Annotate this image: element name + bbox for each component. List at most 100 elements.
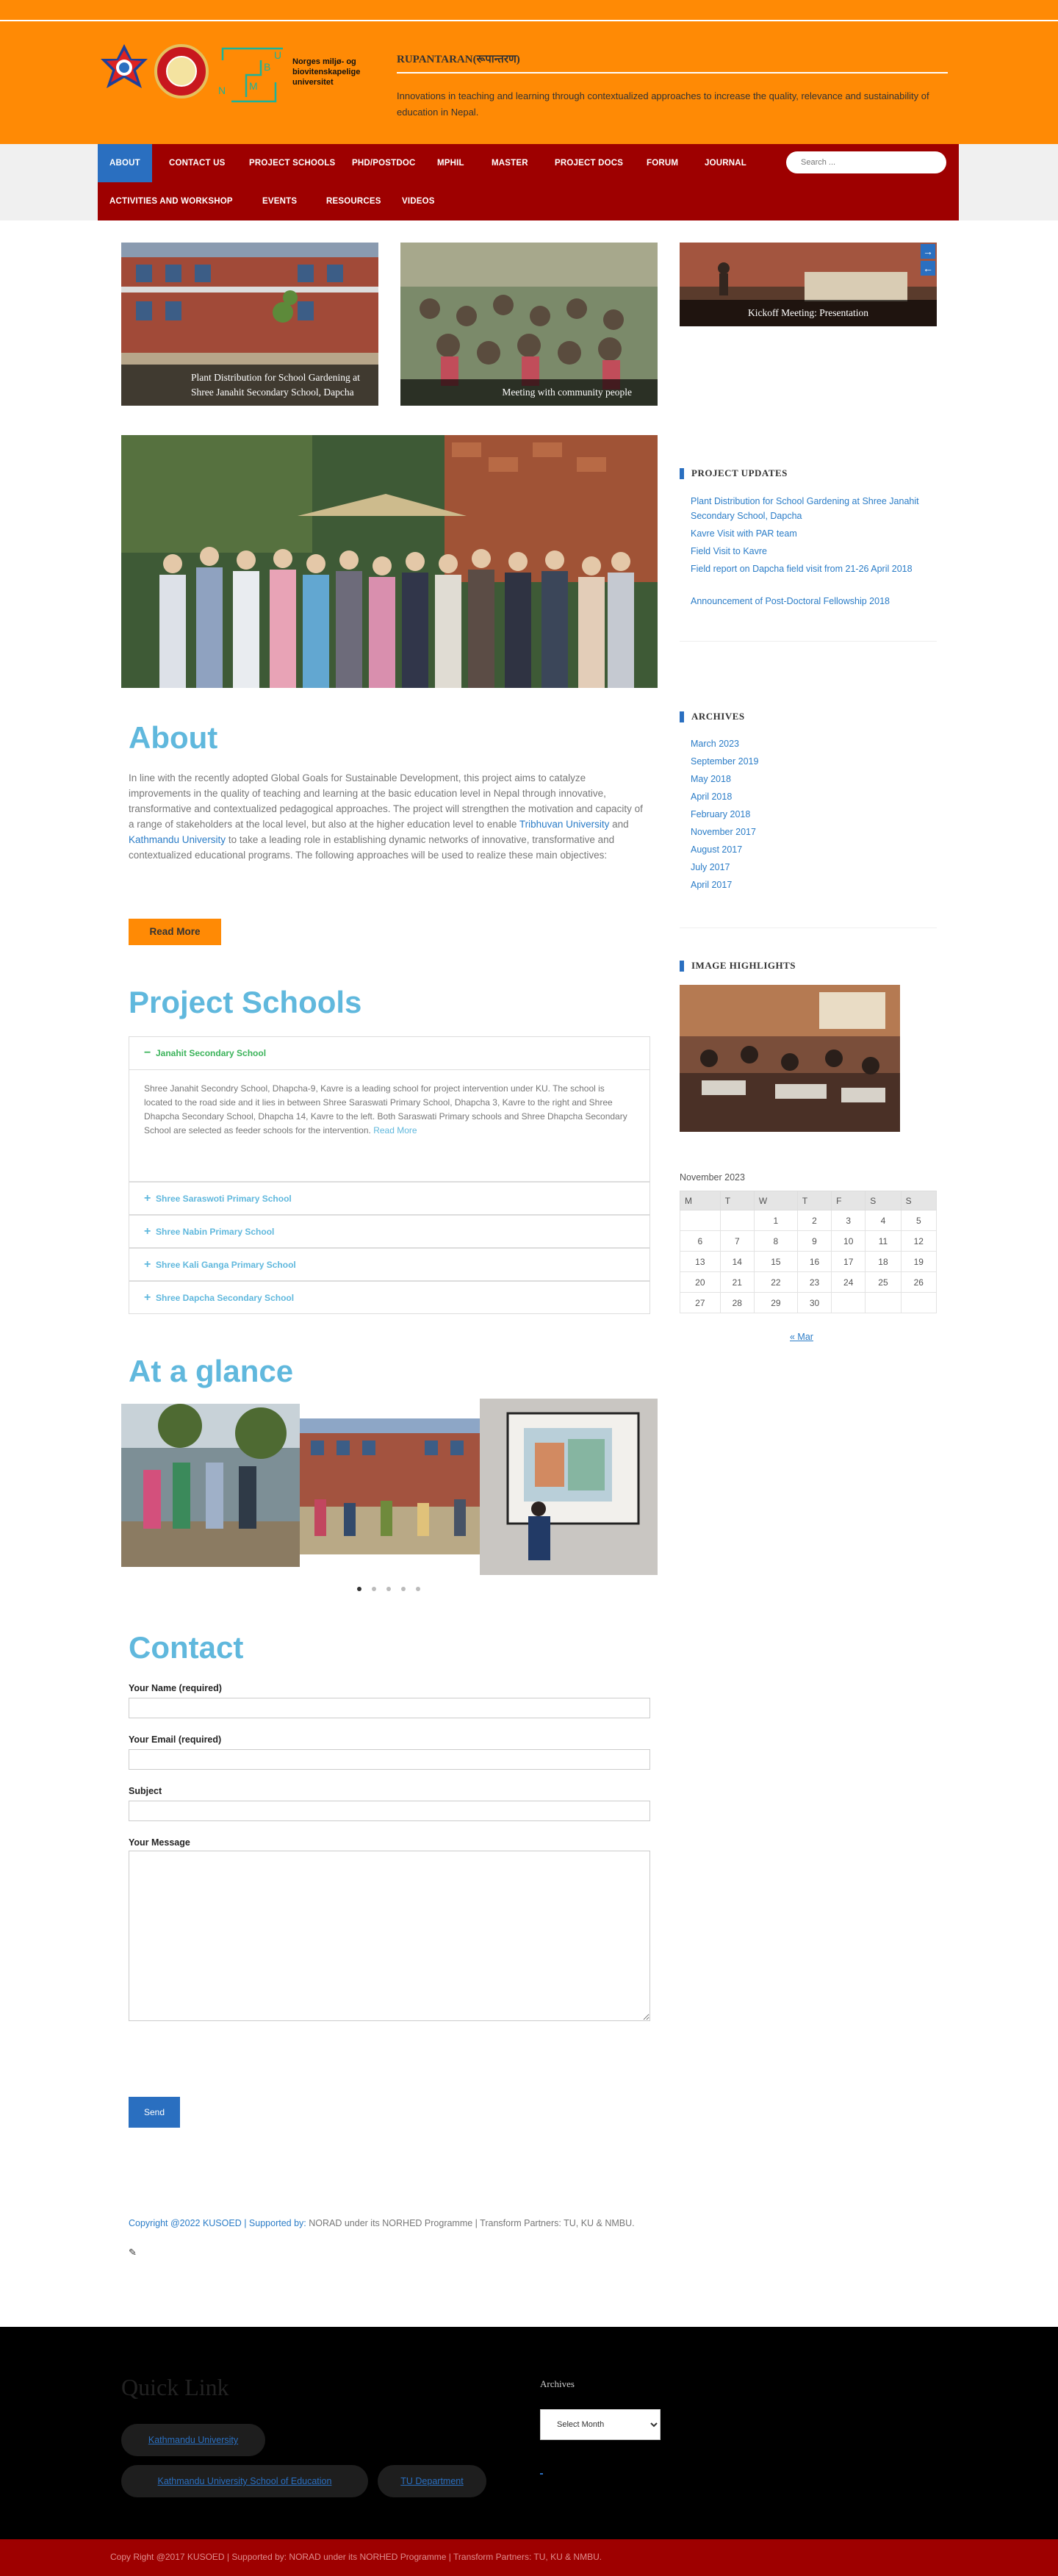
update-link[interactable]: Kavre Visit with PAR team [691,526,797,541]
name-label: Your Name (required) [129,1683,222,1693]
copyright-link[interactable]: Copyright @2022 KUSOED | Supported by: [129,2218,306,2228]
slide-kickoff-meeting[interactable]: Kickoff Meeting: Presentation [680,243,937,326]
update-link[interactable]: Field report on Dapcha field visit from … [691,562,933,576]
nav-forum[interactable]: FORUM [635,144,690,182]
message-field[interactable] [129,1851,650,2021]
subject-field[interactable] [129,1801,650,1821]
calendar-day: 12 [900,1230,938,1252]
calendar-day: 16 [796,1251,832,1272]
kathmandu-university-link[interactable]: Kathmandu University [129,834,226,845]
accordion-title: Janahit Secondary School [156,1048,267,1058]
nmbu-logo-text: Norges miljø- og biovitenskapelige unive… [292,57,360,87]
calendar-day: 10 [831,1230,866,1252]
calendar: M T W T F S S 1 2 3 4 5 6 7 8 9 10 11 12 13 14 15 16 17 1… [680,1191,938,1313]
slider-prev-arrow-icon[interactable]: ← [921,261,935,276]
copyright-text: Copyright @2022 KUSOED | Supported by: N… [129,2216,650,2231]
slide-plant-distribution[interactable]: Plant Distribution for School Gardening … [121,243,378,406]
email-field[interactable] [129,1749,650,1770]
accordion-dapcha[interactable]: + Shree Dapcha Secondary School [129,1281,650,1314]
nav-about[interactable]: ABOUT [98,144,152,182]
footer-link-tu-department[interactable]: TU Department [378,2465,486,2497]
site-title[interactable]: RUPANTARAN(रूपान्तरण) [397,51,520,66]
carousel-dot[interactable] [372,1587,376,1591]
at-a-glance-heading: At a glance [129,1354,294,1388]
archive-link[interactable]: April 2018 [691,789,732,804]
archive-link[interactable]: May 2018 [691,772,731,786]
nav-master[interactable]: MASTER [480,144,540,182]
school-read-more-link[interactable]: Read More [373,1125,417,1135]
update-link[interactable]: Field Visit to Kavre [691,544,767,559]
nav-project-docs[interactable]: PROJECT DOCS [543,144,635,182]
archive-link[interactable]: August 2017 [691,842,742,857]
accordion-saraswoti[interactable]: + Shree Saraswoti Primary School [129,1182,650,1215]
nmbu-letter-m: M [249,80,258,92]
calendar-day [865,1292,902,1313]
update-link[interactable]: Plant Distribution for School Gardening … [691,494,933,523]
read-more-button[interactable]: Read More [129,919,221,945]
nav-journal[interactable]: JOURNAL [693,144,758,182]
nmbu-text-line: Norges miljø- og [292,57,356,66]
calendar-day-header: S [865,1191,902,1210]
archive-link[interactable]: April 2017 [691,878,732,892]
glance-photo-1[interactable] [121,1404,300,1567]
calendar-day: 23 [796,1271,832,1293]
carousel-dot[interactable] [401,1587,406,1591]
nav-phd-postdoc[interactable]: PHD/POSTDOC [340,144,428,182]
nepal-emblem-logo[interactable] [98,43,151,98]
message-label: Your Message [129,1837,190,1848]
carousel-dot[interactable] [386,1587,391,1591]
calendar-prev-link[interactable]: « Mar [790,1332,813,1342]
archive-link[interactable]: July 2017 [691,860,730,875]
university-seal-logo[interactable] [154,44,209,98]
nmbu-letter-u: U [274,49,281,61]
image-highlights-title: IMAGE HIGHLIGHTS [680,960,796,972]
search-input[interactable] [786,151,946,173]
highlight-image[interactable] [680,985,900,1132]
archive-link[interactable]: February 2018 [691,807,750,822]
slide-community-meeting[interactable]: Meeting with community people [400,243,658,406]
nav-resources[interactable]: RESOURCES [314,182,393,220]
footer-link-kathmandu-university[interactable]: Kathmandu University [121,2424,265,2456]
calendar-day [719,1210,755,1231]
calendar-caption: November 2023 [680,1172,745,1183]
nav-events[interactable]: EVENTS [251,182,309,220]
footer-copyright: Copy Right @2017 KUSOED | Supported by: … [110,2552,602,2562]
calendar-day: 7 [719,1230,755,1252]
send-button[interactable]: Send [129,2097,180,2128]
edit-pencil-icon[interactable]: ✎ [129,2247,137,2259]
carousel-dot-active[interactable] [357,1587,361,1591]
carousel-dot[interactable] [416,1587,420,1591]
calendar-week: 6 7 8 9 10 11 12 [680,1230,938,1252]
email-label: Your Email (required) [129,1734,222,1745]
archives-month-select[interactable]: Select Month [540,2409,661,2440]
glance-photo-2[interactable] [300,1418,480,1554]
archive-link[interactable]: September 2019 [691,754,758,769]
tribhuvan-university-link[interactable]: Tribhuvan University [519,819,610,830]
calendar-day: 3 [831,1210,866,1231]
nav-activities-workshop[interactable]: ACTIVITIES AND WORKSHOP [98,182,245,220]
nmbu-text-line: universitet [292,78,334,87]
archive-link[interactable]: March 2023 [691,736,739,751]
name-field[interactable] [129,1698,650,1718]
update-link[interactable]: Announcement of Post-Doctoral Fellowship… [691,594,890,609]
footer-link-kusoed[interactable]: Kathmandu University School of Education [121,2465,368,2497]
header-top-line [0,20,1058,21]
glance-photo-3[interactable] [480,1399,658,1575]
nav-project-schools[interactable]: PROJECT SCHOOLS [237,144,347,182]
nav-videos[interactable]: VIDEOS [390,182,447,220]
calendar-day: 2 [796,1210,832,1231]
footer-small-link[interactable] [540,2473,543,2475]
accordion-header-janahit[interactable]: − Janahit Secondary School [129,1037,649,1070]
calendar-week: 13 14 15 16 17 18 19 [680,1251,938,1272]
nmbu-logo-mark[interactable]: N M B U [217,46,290,104]
slider-next-arrow-icon[interactable]: → [921,244,935,259]
calendar-day: 21 [719,1271,755,1293]
group-photo [121,435,658,688]
accordion-kali-ganga[interactable]: + Shree Kali Ganga Primary School [129,1248,650,1281]
nav-contact-us[interactable]: CONTACT US [157,144,237,182]
archive-link[interactable]: November 2017 [691,825,756,839]
nav-mphil[interactable]: MPHIL [425,144,476,182]
accordion-nabin[interactable]: + Shree Nabin Primary School [129,1215,650,1248]
calendar-day [900,1292,938,1313]
plus-icon: + [144,1258,151,1271]
